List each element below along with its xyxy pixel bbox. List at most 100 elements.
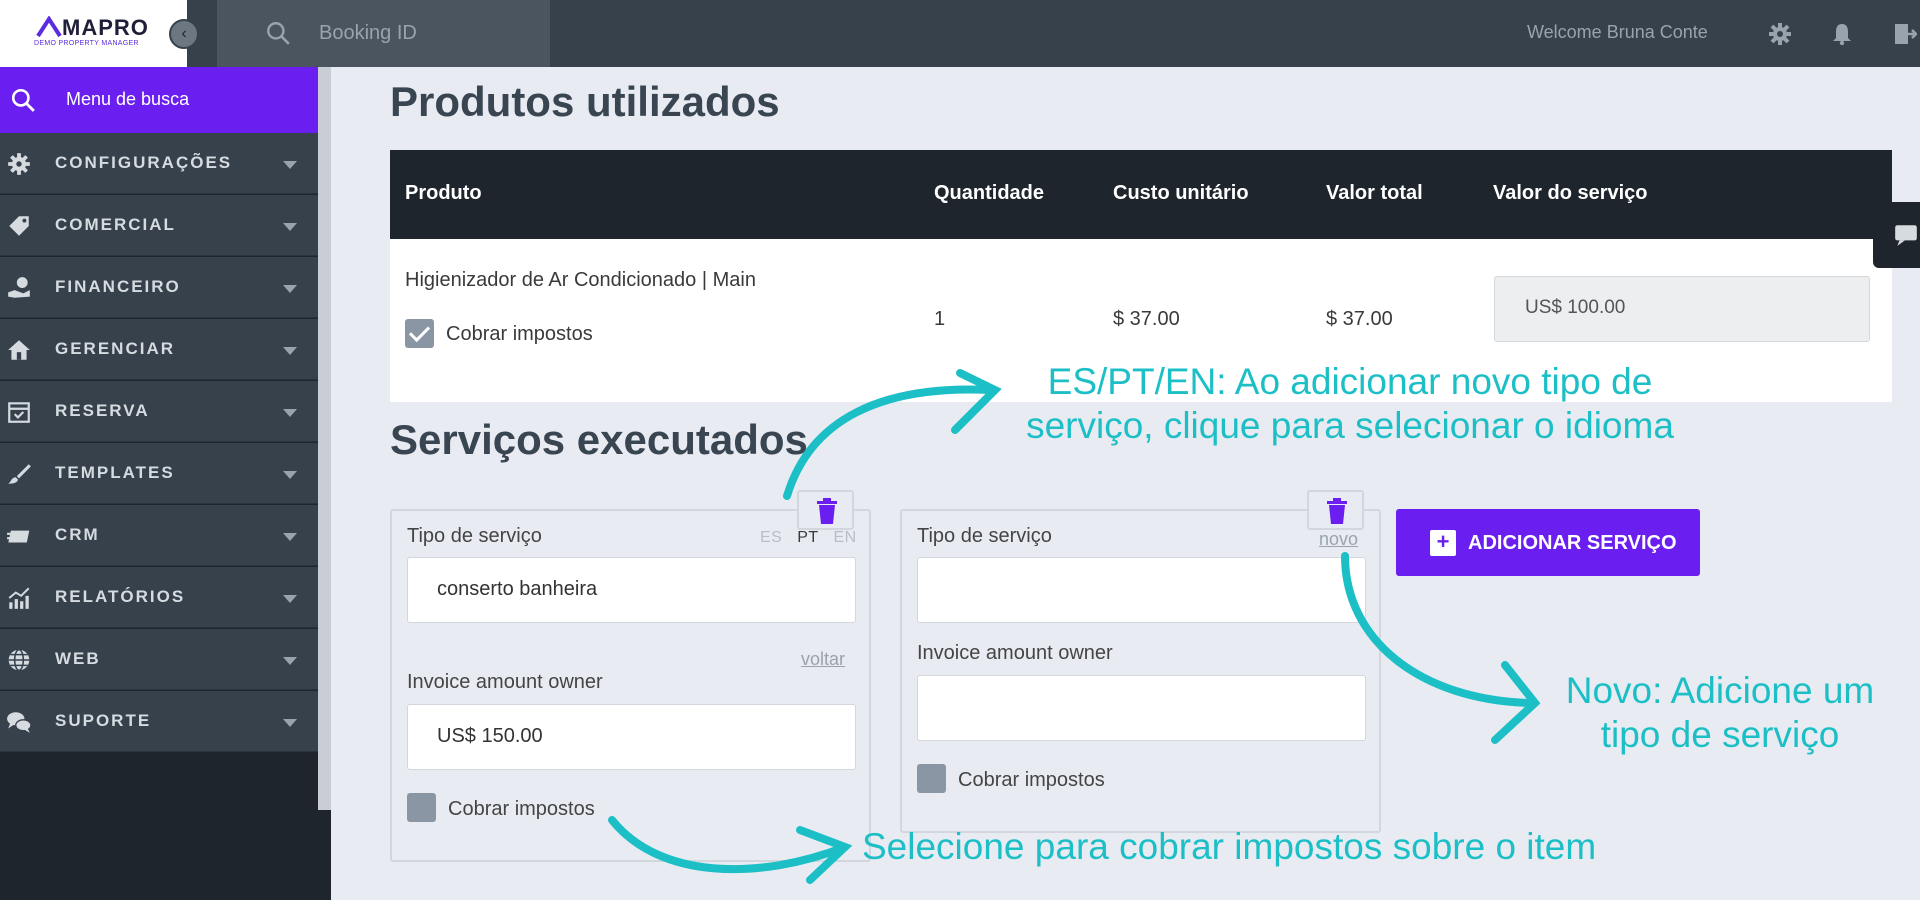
logout-icon[interactable]: [1893, 22, 1917, 46]
sidebar-item-configuracoes[interactable]: CONFIGURAÇÕES: [0, 133, 318, 194]
top-bar: MAPRO DEMO PROPERTY MANAGER ‹ Welcome Br…: [0, 0, 1920, 67]
sidebar-item-label: RELATÓRIOS: [55, 587, 186, 606]
search-icon: [11, 88, 35, 112]
charge-taxes-checkbox[interactable]: [917, 764, 946, 793]
language-selector: ES PT EN: [760, 529, 857, 547]
header-product: Produto: [405, 182, 482, 204]
sidebar-item-web[interactable]: WEB: [0, 629, 318, 690]
caret-down-icon: [283, 161, 297, 169]
product-quantity: 1: [934, 308, 946, 330]
sidebar-item-label: WEB: [55, 649, 101, 668]
sidebar-item-label: CRM: [55, 525, 100, 544]
sidebar-item-label: RESERVA: [55, 401, 150, 420]
charge-taxes-checkbox[interactable]: [405, 319, 434, 348]
sidebar-item-label: SUPORTE: [55, 711, 152, 730]
header-quantity: Quantidade: [934, 182, 1045, 204]
product-unit-cost: $ 37.00: [1113, 308, 1180, 330]
charge-taxes-label: Cobrar impostos: [448, 798, 595, 820]
invoice-amount-input[interactable]: US$ 150.00: [407, 704, 856, 770]
gear-icon: [8, 153, 30, 175]
gear-icon[interactable]: [1768, 22, 1792, 46]
add-service-label: ADICIONAR SERVIÇO: [1468, 532, 1677, 554]
caret-down-icon: [283, 657, 297, 665]
brush-icon: [8, 464, 31, 484]
caret-down-icon: [283, 285, 297, 293]
trash-icon: [817, 498, 837, 524]
service-type-input[interactable]: [917, 557, 1366, 623]
service-card: Tipo de serviço ES PT EN conserto banhei…: [390, 509, 871, 862]
lang-en[interactable]: EN: [833, 529, 856, 546]
delete-service-button[interactable]: [797, 490, 854, 530]
invoice-amount-label: Invoice amount owner: [917, 642, 1113, 664]
sidebar-item-gerenciar[interactable]: GERENCIAR: [0, 319, 318, 380]
service-type-label: Tipo de serviço: [917, 525, 1052, 547]
sidebar-item-financeiro[interactable]: FINANCEIRO: [0, 257, 318, 318]
card-icon: [7, 530, 30, 543]
tag-icon: [9, 216, 29, 236]
logo-mark-icon: [36, 16, 62, 38]
invoice-amount-label: Invoice amount owner: [407, 671, 603, 693]
annotation-language-line1: ES/PT/EN: Ao adicionar novo tipo de: [1047, 361, 1653, 402]
sidebar-item-templates[interactable]: TEMPLATES: [0, 443, 318, 504]
globe-icon: [8, 648, 30, 672]
sidebar-item-label: COMERCIAL: [55, 215, 176, 234]
new-service-type-link[interactable]: novo: [1319, 529, 1358, 550]
trash-icon: [1327, 498, 1347, 524]
sidebar-item-relatorios[interactable]: RELATÓRIOS: [0, 567, 318, 628]
sidebar-item-reserva[interactable]: RESERVA: [0, 381, 318, 442]
caret-down-icon: [283, 533, 297, 541]
chat-icon: [1895, 225, 1917, 246]
annotation-taxes: Selecione para cobrar impostos sobre o i…: [862, 826, 1597, 867]
header-total: Valor total: [1326, 182, 1423, 204]
welcome-text: Welcome Bruna Conte: [1527, 22, 1708, 42]
sidebar-footer: [0, 810, 331, 900]
product-name: Higienizador de Ar Condicionado | Main: [405, 269, 756, 291]
products-table-header: Produto Quantidade Custo unitário Valor …: [390, 150, 1892, 239]
caret-down-icon: [283, 595, 297, 603]
sidebar-item-label: GERENCIAR: [55, 339, 176, 358]
sidebar-collapse-button[interactable]: ‹: [169, 19, 199, 49]
sidebar-scrollbar[interactable]: [318, 67, 331, 900]
lang-pt[interactable]: PT: [797, 529, 818, 546]
plus-icon: +: [1430, 530, 1456, 556]
calendar-check-icon: [8, 402, 30, 423]
header-unit-cost: Custo unitário: [1113, 182, 1249, 204]
house-icon: [8, 340, 30, 360]
sidebar-item-label: CONFIGURAÇÕES: [55, 153, 233, 172]
delete-service-button[interactable]: [1307, 490, 1364, 530]
charge-taxes-label: Cobrar impostos: [446, 323, 593, 345]
sidebar-item-suporte[interactable]: SUPORTE: [0, 691, 318, 752]
logo-text: MAPRO: [62, 15, 149, 40]
service-type-input[interactable]: conserto banheira: [407, 557, 856, 623]
caret-down-icon: [283, 719, 297, 727]
caret-down-icon: [283, 471, 297, 479]
chat-tab[interactable]: [1873, 202, 1920, 268]
chart-icon: [8, 587, 30, 609]
annotation-language: ES/PT/EN: Ao adicionar novo tipo de serv…: [960, 360, 1740, 448]
sidebar-item-crm[interactable]: CRM: [0, 505, 318, 566]
annotation-new-line2: tipo de serviço: [1600, 714, 1840, 755]
back-link[interactable]: voltar: [801, 649, 845, 670]
invoice-amount-input[interactable]: [917, 675, 1366, 741]
chevron-left-icon: ‹: [181, 25, 187, 42]
logo[interactable]: MAPRO DEMO PROPERTY MANAGER: [0, 0, 187, 67]
services-title: Serviços executados: [390, 416, 808, 463]
service-type-label: Tipo de serviço: [407, 525, 542, 547]
search-icon[interactable]: [265, 20, 291, 46]
products-title: Produtos utilizados: [390, 78, 780, 125]
annotation-new: Novo: Adicione um tipo de serviço: [1530, 669, 1910, 757]
chat-icon: [7, 712, 32, 733]
charge-taxes-checkbox[interactable]: [407, 793, 436, 822]
sidebar-item-label: FINANCEIRO: [55, 277, 181, 296]
lang-es[interactable]: ES: [760, 529, 782, 546]
bell-icon[interactable]: [1830, 22, 1854, 46]
sidebar-menu-search[interactable]: Menu de busca: [0, 67, 318, 133]
booking-search: [217, 0, 550, 67]
sidebar-item-label: TEMPLATES: [55, 463, 175, 482]
caret-down-icon: [283, 223, 297, 231]
add-service-button[interactable]: + ADICIONAR SERVIÇO: [1396, 509, 1700, 576]
header-service-value: Valor do serviço: [1493, 182, 1648, 204]
booking-id-input[interactable]: [319, 20, 539, 46]
service-card: Tipo de serviço novo Invoice amount owne…: [900, 509, 1381, 833]
sidebar-item-comercial[interactable]: COMERCIAL: [0, 195, 318, 256]
